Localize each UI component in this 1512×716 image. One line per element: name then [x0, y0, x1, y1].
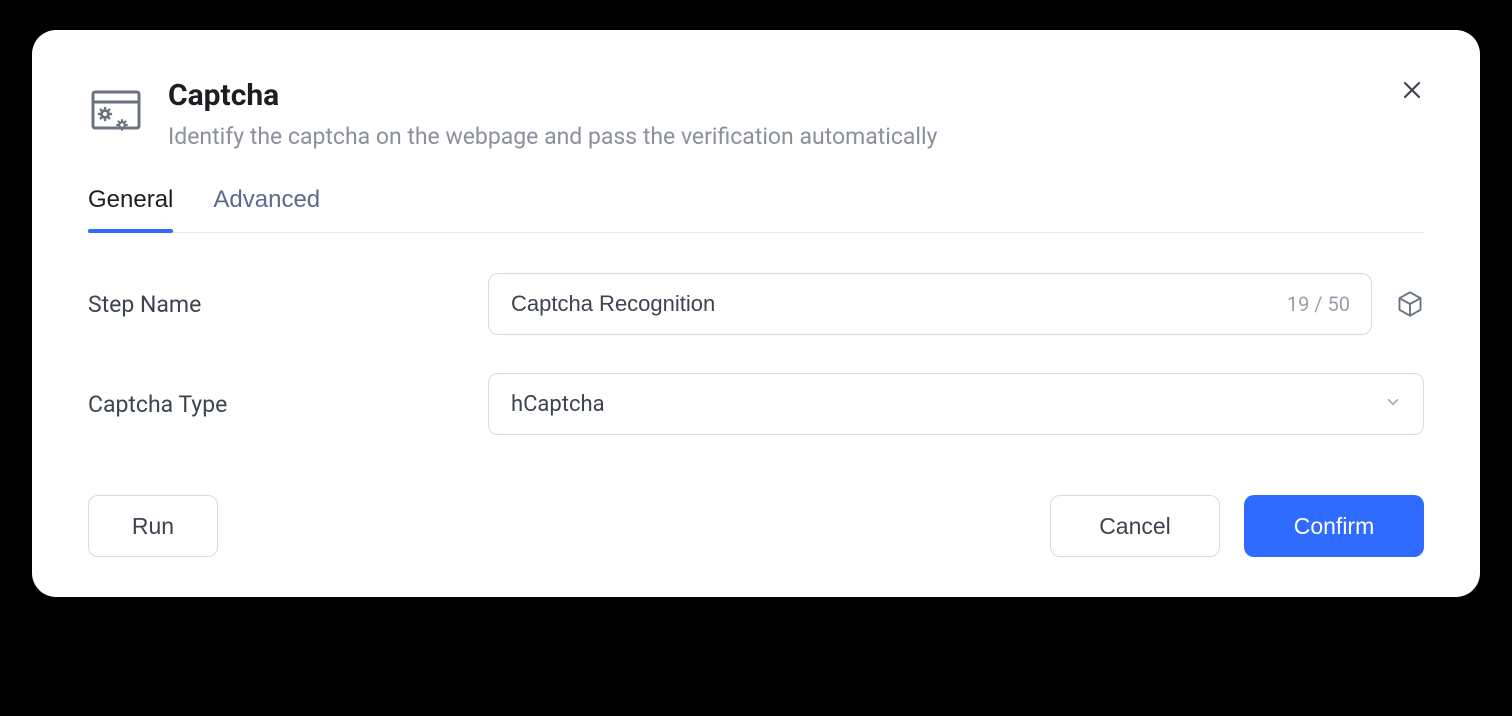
captcha-type-label: Captcha Type: [88, 391, 488, 418]
captcha-type-select[interactable]: hCaptcha: [488, 373, 1424, 435]
modal-header: Captcha Identify the captcha on the webp…: [88, 78, 1424, 150]
step-name-char-count: 19 / 50: [1287, 292, 1350, 316]
step-name-input[interactable]: [488, 273, 1372, 335]
tabs: General Advanced: [88, 186, 1424, 233]
row-captcha-type: Captcha Type hCaptcha: [88, 373, 1424, 435]
tab-general[interactable]: General: [88, 186, 173, 232]
variable-picker-button[interactable]: [1396, 290, 1424, 318]
captcha-modal: Captcha Identify the captcha on the webp…: [32, 30, 1480, 597]
tab-advanced[interactable]: Advanced: [213, 186, 320, 232]
confirm-button[interactable]: Confirm: [1244, 495, 1424, 557]
modal-title: Captcha: [168, 78, 1424, 113]
cancel-button[interactable]: Cancel: [1050, 495, 1220, 557]
modal-subtitle: Identify the captcha on the webpage and …: [168, 123, 1424, 150]
close-button[interactable]: [1396, 74, 1428, 106]
captcha-type-value: hCaptcha: [511, 392, 605, 417]
row-step-name: Step Name 19 / 50: [88, 273, 1424, 335]
modal-footer: Run Cancel Confirm: [88, 495, 1424, 557]
close-icon: [1400, 78, 1424, 102]
captcha-window-icon: [88, 84, 144, 140]
run-button[interactable]: Run: [88, 495, 218, 557]
cube-icon: [1396, 290, 1424, 318]
step-name-label: Step Name: [88, 291, 488, 318]
